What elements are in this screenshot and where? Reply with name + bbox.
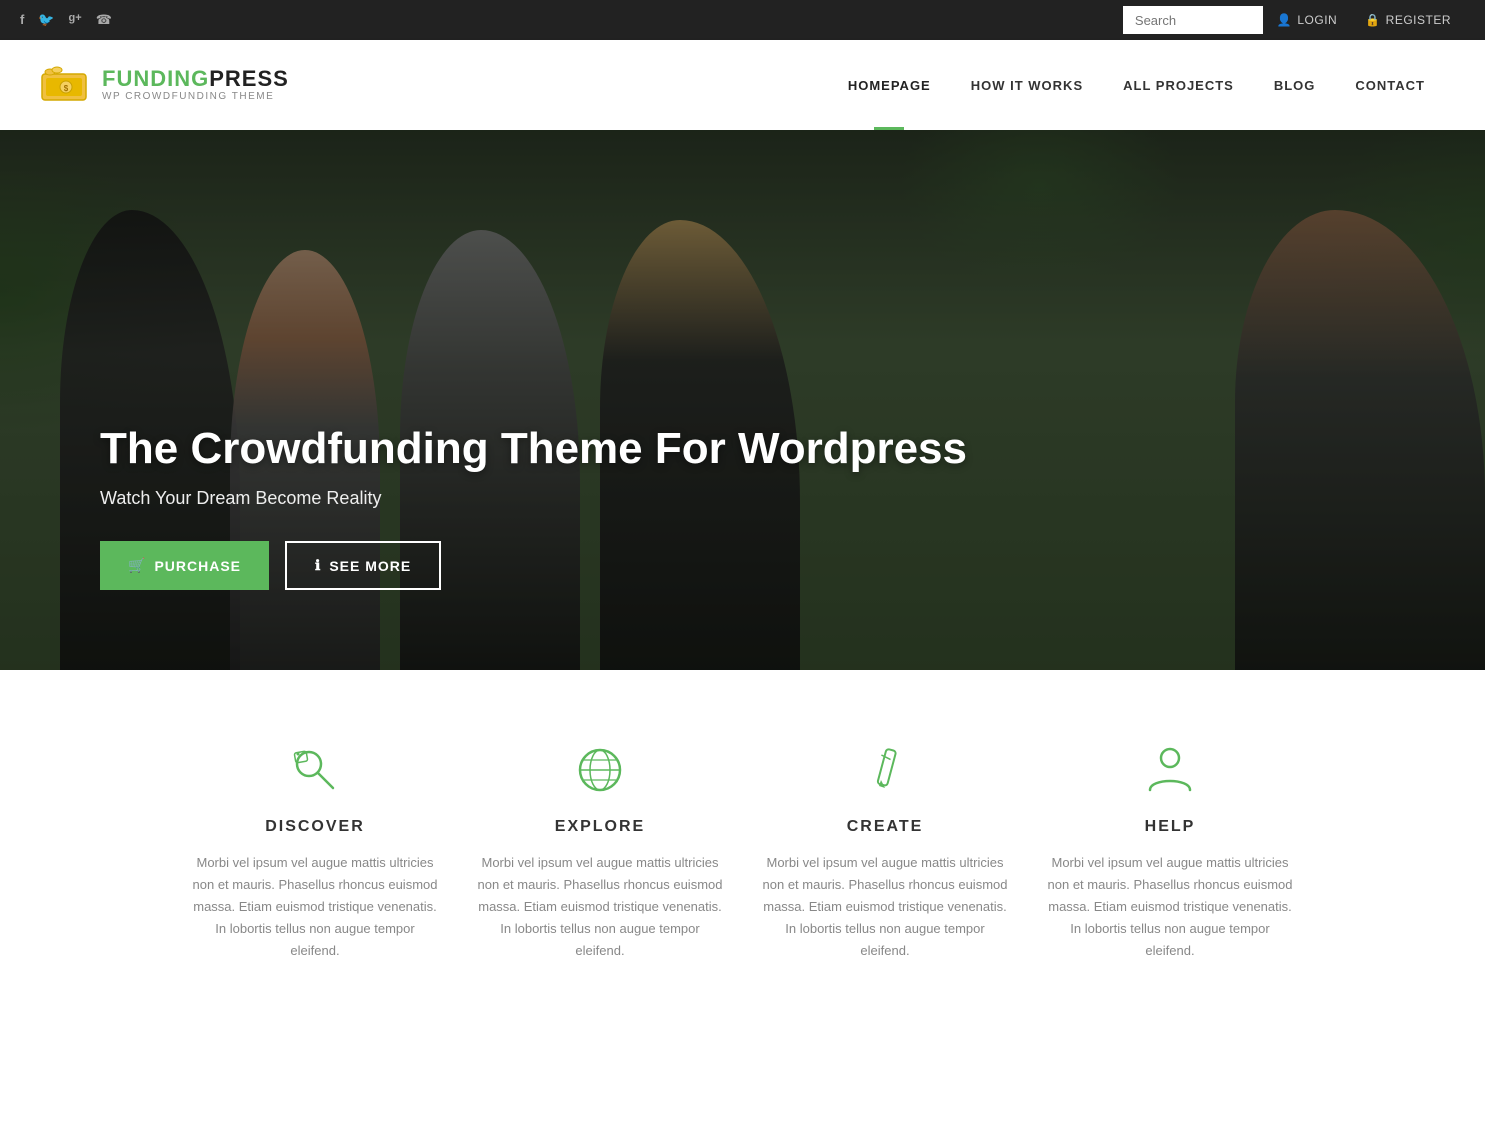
nav-how-it-works[interactable]: HOW IT WORKS (951, 40, 1103, 130)
hero-subtitle: Watch Your Dream Become Reality (100, 488, 967, 509)
topbar-right: 👤 LOGIN 🔒 REGISTER (1123, 0, 1465, 40)
help-title: HELP (1145, 818, 1196, 836)
hero-title: The Crowdfunding Theme For Wordpress (100, 423, 967, 476)
auth-buttons: 👤 LOGIN 🔒 REGISTER (1263, 0, 1465, 40)
discover-desc: Morbi vel ipsum vel augue mattis ultrici… (193, 852, 438, 962)
logo-icon: $ (40, 66, 92, 104)
social-links: f 🐦 g+ ☎ (20, 12, 112, 28)
features-section: DISCOVER Morbi vel ipsum vel augue matti… (0, 670, 1485, 1012)
nav-contact[interactable]: CONTACT (1335, 40, 1445, 130)
create-icon (855, 740, 915, 800)
logo-subtitle: WP CROWDFUNDING THEME (102, 92, 289, 102)
topbar: f 🐦 g+ ☎ 👤 LOGIN 🔒 REGISTER (0, 0, 1485, 40)
nav-blog[interactable]: BLOG (1254, 40, 1336, 130)
nav-all-projects[interactable]: ALL PROJECTS (1103, 40, 1254, 130)
navbar: $ FUNDINGPRESS WP CROWDFUNDING THEME HOM… (0, 40, 1485, 130)
register-button[interactable]: 🔒 REGISTER (1351, 0, 1465, 40)
svg-text:$: $ (64, 84, 69, 93)
hero-buttons: 🛒 PURCHASE ℹ SEE MORE (100, 541, 967, 590)
nav-homepage[interactable]: HOMEPAGE (828, 40, 951, 130)
skype-icon[interactable]: ☎ (96, 12, 112, 28)
discover-icon (285, 740, 345, 800)
create-desc: Morbi vel ipsum vel augue mattis ultrici… (763, 852, 1008, 962)
see-more-button[interactable]: ℹ SEE MORE (285, 541, 441, 590)
help-desc: Morbi vel ipsum vel augue mattis ultrici… (1048, 852, 1293, 962)
explore-icon (570, 740, 630, 800)
facebook-icon[interactable]: f (20, 12, 24, 28)
features-grid: DISCOVER Morbi vel ipsum vel augue matti… (193, 740, 1293, 962)
info-icon: ℹ (315, 557, 321, 574)
purchase-button[interactable]: 🛒 PURCHASE (100, 541, 269, 590)
feature-explore: EXPLORE Morbi vel ipsum vel augue mattis… (478, 740, 723, 962)
logo-name: FUNDINGPRESS (102, 68, 289, 90)
help-icon (1140, 740, 1200, 800)
discover-title: DISCOVER (265, 818, 365, 836)
login-icon: 👤 (1277, 13, 1292, 27)
twitter-icon[interactable]: 🐦 (38, 12, 54, 28)
logo[interactable]: $ FUNDINGPRESS WP CROWDFUNDING THEME (40, 66, 289, 104)
explore-desc: Morbi vel ipsum vel augue mattis ultrici… (478, 852, 723, 962)
create-title: CREATE (847, 818, 924, 836)
google-plus-icon[interactable]: g+ (69, 12, 82, 28)
nav-links: HOMEPAGE HOW IT WORKS ALL PROJECTS BLOG … (828, 40, 1445, 130)
feature-help: HELP Morbi vel ipsum vel augue mattis ul… (1048, 740, 1293, 962)
login-button[interactable]: 👤 LOGIN (1263, 0, 1351, 40)
cart-icon: 🛒 (128, 557, 146, 574)
feature-create: CREATE Morbi vel ipsum vel augue mattis … (763, 740, 1008, 962)
hero-content: The Crowdfunding Theme For Wordpress Wat… (100, 423, 967, 590)
explore-title: EXPLORE (555, 818, 645, 836)
feature-discover: DISCOVER Morbi vel ipsum vel augue matti… (193, 740, 438, 962)
hero-section: The Crowdfunding Theme For Wordpress Wat… (0, 130, 1485, 670)
register-icon: 🔒 (1365, 13, 1380, 27)
search-input[interactable] (1123, 6, 1263, 34)
logo-text: FUNDINGPRESS WP CROWDFUNDING THEME (102, 68, 289, 102)
